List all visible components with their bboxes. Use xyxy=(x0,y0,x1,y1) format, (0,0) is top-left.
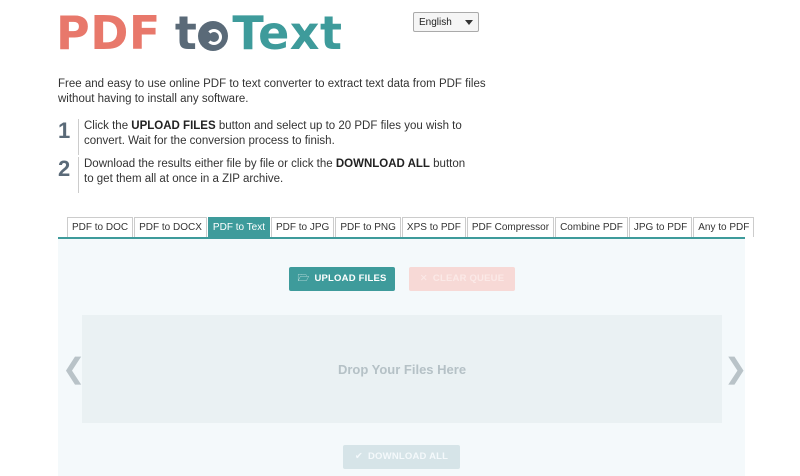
close-icon: ✕ xyxy=(419,273,428,284)
language-select[interactable]: English xyxy=(413,12,479,32)
step-number: 2 xyxy=(58,157,79,193)
tab-jpg-to-pdf[interactable]: JPG to PDF xyxy=(628,217,693,237)
tab-pdf-to-docx[interactable]: PDF to DOCX xyxy=(134,217,207,237)
step-1: 1 Click the UPLOAD FILES button and sele… xyxy=(58,119,474,155)
step-number: 1 xyxy=(58,119,79,155)
tab-pdf-compressor[interactable]: PDF Compressor xyxy=(466,217,555,237)
clear-queue-button[interactable]: ✕ CLEAR QUEUE xyxy=(409,267,515,291)
tab-pdf-to-doc[interactable]: PDF to DOC xyxy=(67,217,134,237)
download-all-label: DOWNLOAD ALL xyxy=(368,451,449,462)
tab-pdf-to-png[interactable]: PDF to PNG xyxy=(335,217,401,237)
step-description: Click the UPLOAD FILES button and select… xyxy=(84,120,462,147)
chevron-down-icon xyxy=(465,20,473,25)
intro-text: Free and easy to use online PDF to text … xyxy=(58,78,486,105)
logo-text-word: Text xyxy=(232,6,343,60)
tab-pdf-to-jpg[interactable]: PDF to JPG xyxy=(270,217,335,237)
tab-combine-pdf[interactable]: Combine PDF xyxy=(555,217,628,237)
next-arrow-icon[interactable]: ❯ xyxy=(724,352,747,385)
converter-tabs: PDF to DOC PDF to DOCX PDF to Text PDF t… xyxy=(67,217,755,238)
tab-any-to-pdf[interactable]: Any to PDF xyxy=(693,217,755,237)
checkmark-icon: ✔ xyxy=(354,451,363,462)
step-description: Download the results either file by file… xyxy=(84,158,466,185)
download-all-button[interactable]: ✔ DOWNLOAD ALL xyxy=(343,445,460,469)
dropzone-label: Drop Your Files Here xyxy=(337,361,467,377)
step-2: 2 Download the results either file by fi… xyxy=(58,157,474,193)
file-dropzone[interactable]: Drop Your Files Here xyxy=(82,315,722,423)
upload-files-button[interactable]: 🗁 UPLOAD FILES xyxy=(289,267,395,291)
tab-pdf-to-text[interactable]: PDF to Text xyxy=(207,217,270,238)
language-selected-value: English xyxy=(419,17,452,28)
logo-pdf-text: PDF xyxy=(56,6,161,60)
tab-xps-to-pdf[interactable]: XPS to PDF xyxy=(401,217,466,237)
folder-open-icon: 🗁 xyxy=(297,273,310,284)
logo-to-text: t xyxy=(174,6,198,60)
clear-queue-label: CLEAR QUEUE xyxy=(432,273,505,284)
upload-files-label: UPLOAD FILES xyxy=(314,273,387,284)
logo-arrow-icon xyxy=(198,21,229,51)
site-logo[interactable]: PDF t Text xyxy=(56,6,343,60)
